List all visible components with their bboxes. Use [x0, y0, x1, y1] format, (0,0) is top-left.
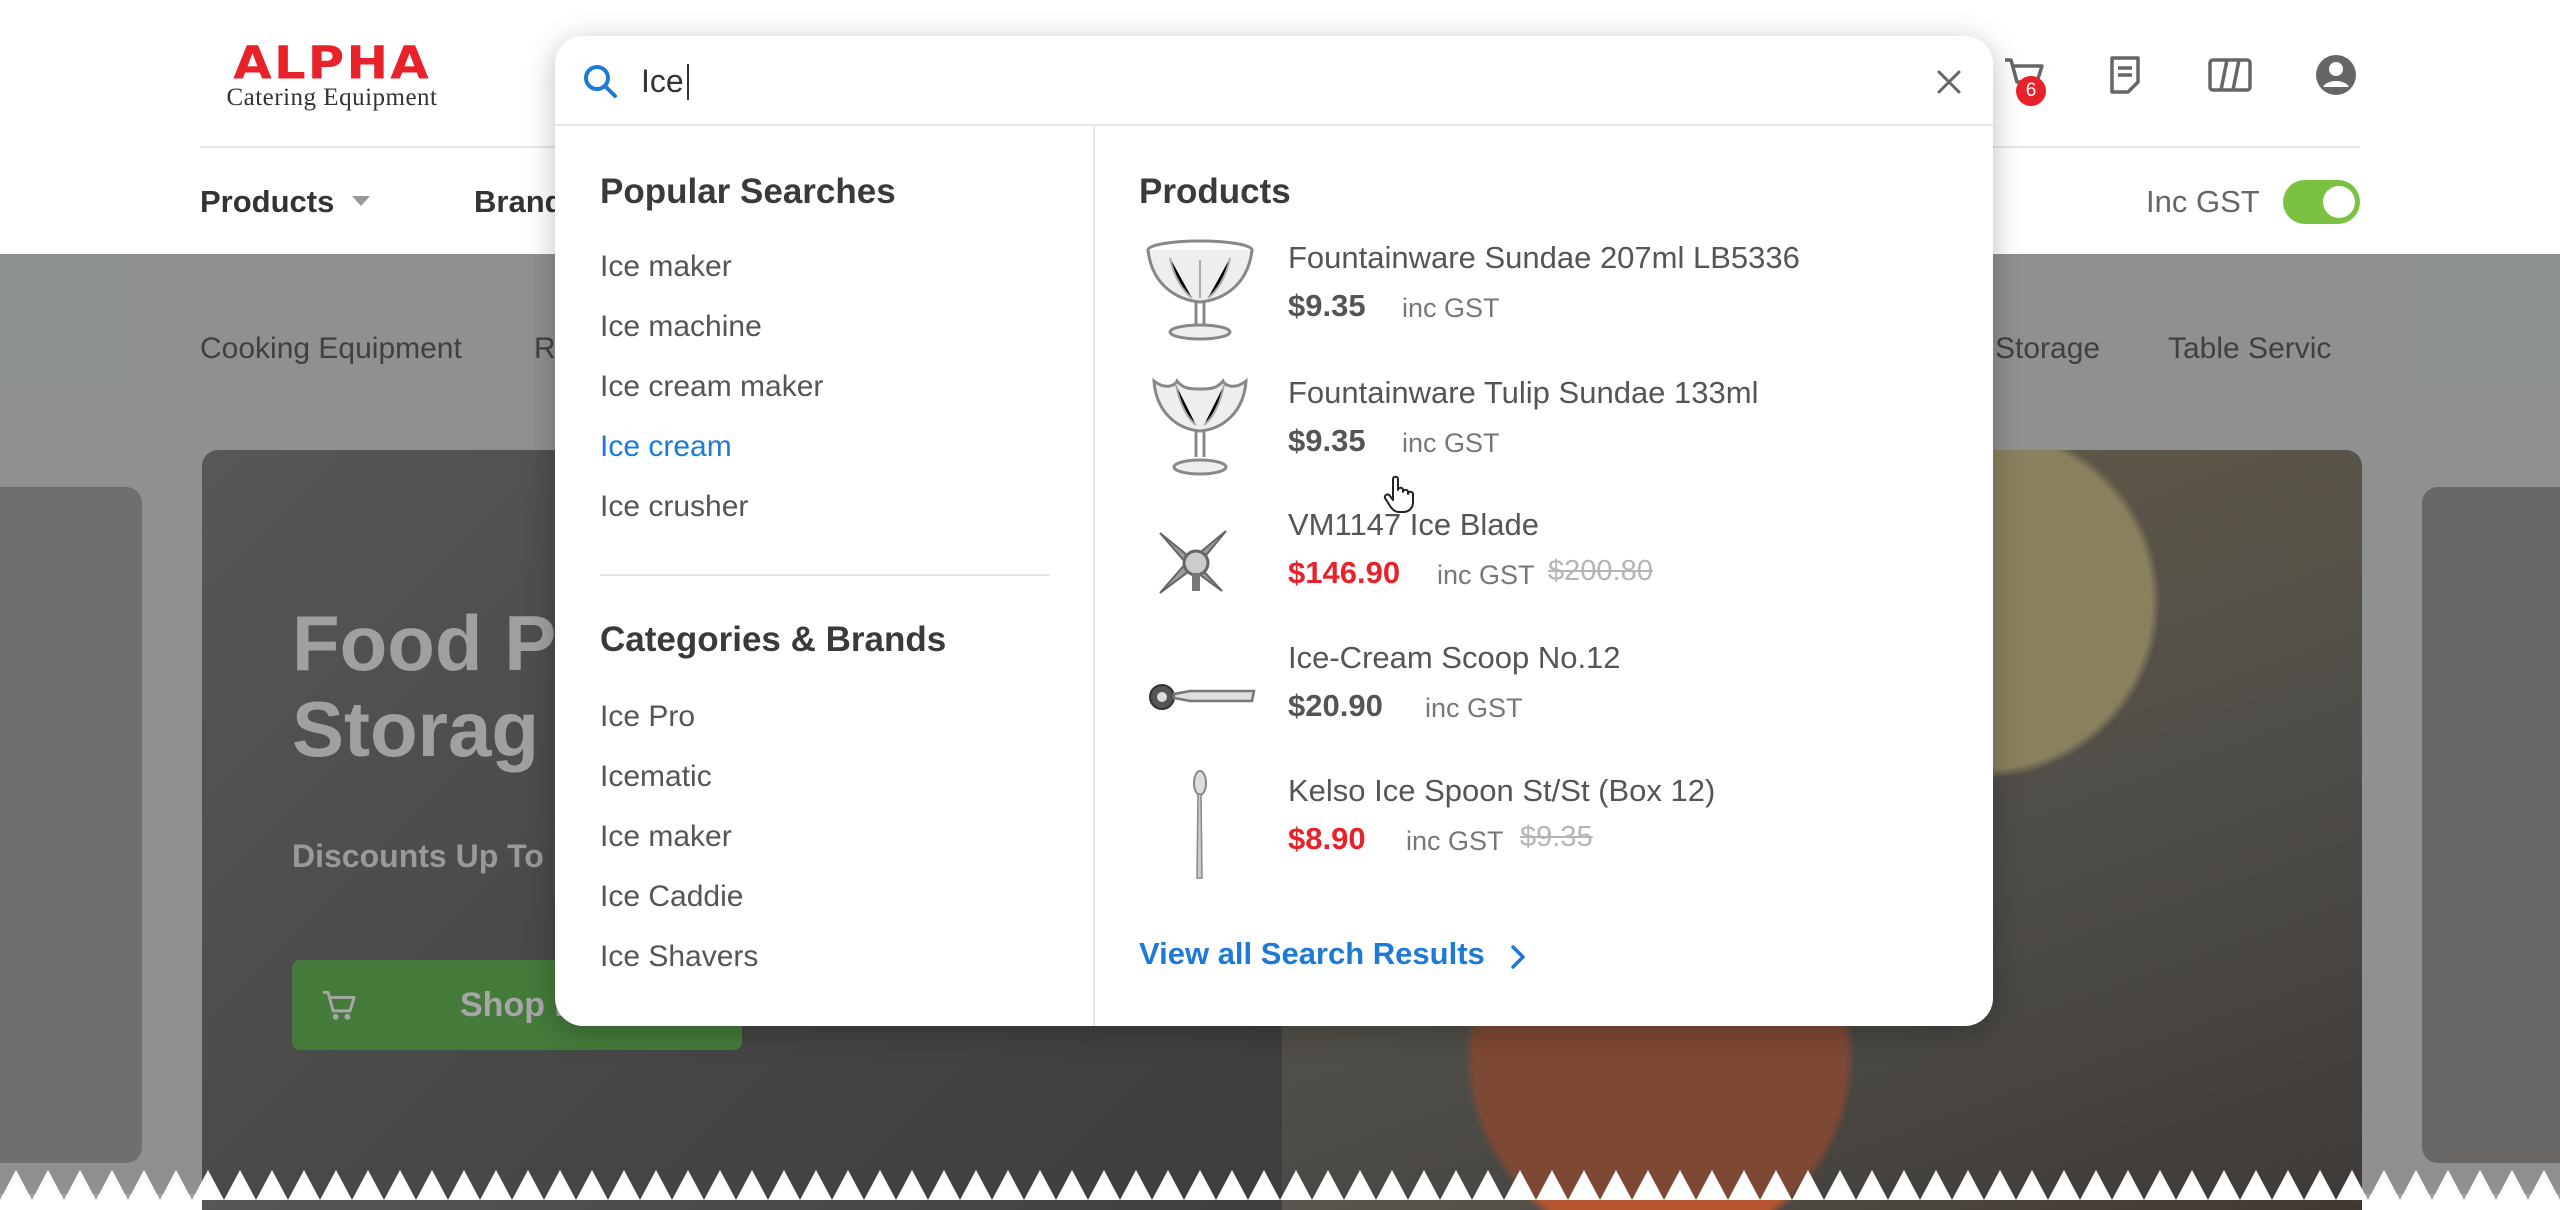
- product-gst-label: inc GST: [1402, 428, 1500, 458]
- product-name: Kelso Ice Spoon St/St (Box 12): [1288, 773, 1716, 808]
- product-sale-price: $8.90: [1288, 821, 1366, 856]
- popular-search-item[interactable]: Ice maker: [600, 250, 732, 284]
- chevron-down-icon: [352, 196, 370, 206]
- product-price: $20.90: [1288, 688, 1383, 723]
- chevron-right-icon[interactable]: [1503, 942, 1533, 972]
- category-brand-item[interactable]: Ice Caddie: [600, 880, 743, 914]
- category-brand-item[interactable]: Ice maker: [600, 820, 732, 854]
- search-icon: [584, 65, 617, 98]
- view-all-results-link[interactable]: View all Search Results: [1139, 936, 1485, 972]
- product-price: $9.35: [1288, 288, 1366, 323]
- popular-search-item[interactable]: Ice cream maker: [600, 370, 823, 404]
- torn-edge: [0, 1170, 2560, 1200]
- ice-blade-image: [1159, 530, 1227, 594]
- product-sale-price: $146.90: [1288, 555, 1401, 590]
- search-dropdown: Popular Searches Ice maker Ice machine I…: [555, 36, 1993, 1026]
- product-gst-label: inc GST: [1402, 293, 1500, 323]
- column-divider: [1093, 126, 1095, 1026]
- text-caret: [687, 64, 689, 100]
- account-icon[interactable]: [2311, 50, 2361, 100]
- product-result[interactable]: Ice-Cream Scoop No.12 $20.90 inc GST: [1140, 636, 1940, 756]
- search-input[interactable]: [641, 54, 1641, 108]
- product-result[interactable]: Kelso Ice Spoon St/St (Box 12) $8.90 inc…: [1140, 769, 1940, 889]
- popular-search-item[interactable]: Ice machine: [600, 310, 762, 344]
- nav-products[interactable]: Products: [200, 184, 334, 220]
- product-gst-label: inc GST: [1425, 693, 1523, 723]
- logo-subtitle: Catering Equipment: [226, 84, 438, 111]
- product-gst-label: inc GST: [1406, 826, 1504, 856]
- close-icon[interactable]: [1933, 66, 1965, 98]
- logo-wordmark: ALPHA: [233, 36, 431, 90]
- hand-pointer-icon: [1383, 475, 1414, 513]
- products-heading: Products: [1139, 172, 1291, 211]
- gst-label: Inc GST: [2146, 184, 2260, 219]
- section-divider: [600, 574, 1050, 576]
- category-brand-item[interactable]: Ice Pro: [600, 700, 695, 734]
- popular-search-item[interactable]: Ice crusher: [600, 490, 748, 524]
- sundae-glass-image: [1146, 239, 1254, 341]
- product-was-price: $9.35: [1520, 821, 1593, 853]
- product-result[interactable]: Fountainware Sundae 207ml LB5336 $9.35 i…: [1140, 236, 1940, 356]
- ice-spoon-image: [1193, 770, 1207, 879]
- ice-cream-scoop-image: [1149, 684, 1256, 710]
- category-brand-item[interactable]: Icematic: [600, 760, 712, 794]
- product-name: Ice-Cream Scoop No.12: [1288, 640, 1621, 675]
- product-was-price: $200.80: [1548, 555, 1653, 587]
- gst-toggle[interactable]: [2283, 180, 2360, 224]
- product-price: $9.35: [1288, 423, 1366, 458]
- category-brand-item[interactable]: Ice Shavers: [600, 940, 758, 974]
- product-name: Fountainware Tulip Sundae 133ml: [1288, 375, 1759, 410]
- product-gst-label: inc GST: [1437, 560, 1535, 590]
- product-result[interactable]: Fountainware Tulip Sundae 133ml $9.35 in…: [1140, 371, 1940, 491]
- cart-count-badge: 6: [2016, 76, 2046, 106]
- quote-icon[interactable]: [2100, 50, 2150, 100]
- alpha-logo[interactable]: ALPHA Catering Equipment: [200, 36, 464, 112]
- product-name: Fountainware Sundae 207ml LB5336: [1288, 240, 1800, 275]
- categories-brands-heading: Categories & Brands: [600, 620, 947, 659]
- popular-search-item-active[interactable]: Ice cream: [600, 430, 732, 464]
- toggle-knob: [2323, 186, 2355, 218]
- compare-icon[interactable]: [2205, 50, 2255, 100]
- search-bar: [555, 36, 1993, 126]
- tulip-sundae-glass-image: [1152, 377, 1248, 476]
- popular-searches-heading: Popular Searches: [600, 172, 896, 211]
- product-result[interactable]: VM1147 Ice Blade $146.90 inc GST $200.80: [1140, 503, 1940, 623]
